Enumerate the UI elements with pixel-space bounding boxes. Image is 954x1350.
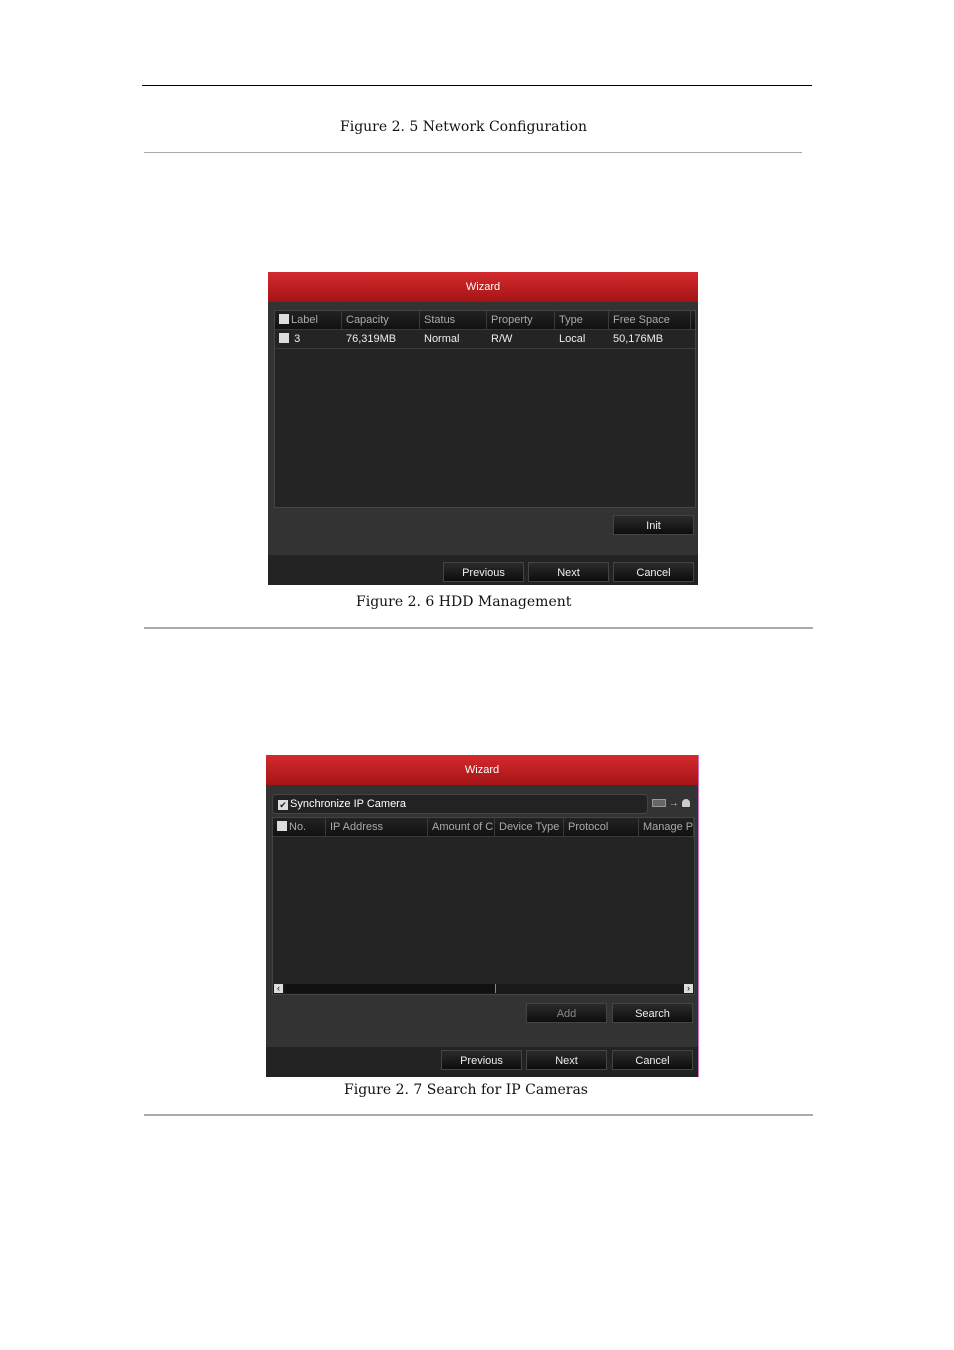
figure-caption-2-6: Figure 2. 6 HDD Management — [356, 594, 572, 610]
sync-ip-camera-bar[interactable]: ✔ Synchronize IP Camera — [272, 794, 648, 814]
col-device-type[interactable]: Device Type — [495, 818, 564, 836]
ipcam-table: No. IP Address Amount of C Device Type P… — [272, 817, 695, 995]
add-button[interactable]: Add — [526, 1003, 607, 1023]
table-row[interactable]: 3 76,319MB Normal R/W Local 50,176MB — [275, 330, 695, 349]
cell-status: Normal — [424, 333, 460, 345]
next-button[interactable]: Next — [526, 1050, 607, 1070]
scroll-left-icon[interactable]: ‹ — [274, 984, 283, 993]
search-button[interactable]: Search — [612, 1003, 693, 1023]
figure-caption-2-5: Figure 2. 5 Network Configuration — [340, 119, 588, 135]
col-free-space[interactable]: Free Space — [609, 311, 691, 329]
col-property[interactable]: Property — [487, 311, 555, 329]
cancel-button[interactable]: Cancel — [613, 562, 694, 582]
sync-label: Synchronize IP Camera — [290, 798, 406, 810]
row-checkbox[interactable] — [279, 333, 289, 343]
col-amount[interactable]: Amount of C — [428, 818, 495, 836]
wizard-title: Wizard — [268, 272, 698, 302]
sync-icon[interactable]: → — [652, 798, 690, 809]
previous-button[interactable]: Previous — [443, 562, 524, 582]
hdd-wizard-window: Wizard Label Capacity Status Property Ty… — [268, 272, 698, 585]
ipcam-wizard-window: Wizard ✔ Synchronize IP Camera → No. IP A… — [266, 755, 699, 1077]
figure-caption-2-7: Figure 2. 7 Search for IP Cameras — [344, 1082, 588, 1098]
previous-button[interactable]: Previous — [441, 1050, 522, 1070]
sync-checkbox[interactable]: ✔ — [278, 800, 288, 810]
init-button[interactable]: Init — [613, 515, 694, 535]
wizard-title: Wizard — [266, 755, 698, 785]
cell-free-space: 50,176MB — [613, 333, 664, 345]
col-status[interactable]: Status — [420, 311, 487, 329]
cancel-button[interactable]: Cancel — [612, 1050, 693, 1070]
col-protocol[interactable]: Protocol — [564, 818, 639, 836]
divider — [144, 627, 813, 629]
cell-type: Local — [559, 333, 586, 345]
cell-property: R/W — [491, 333, 513, 345]
hdd-table: Label Capacity Status Property Type Free… — [274, 310, 696, 508]
select-all-checkbox[interactable] — [279, 314, 289, 324]
next-button[interactable]: Next — [528, 562, 609, 582]
col-capacity[interactable]: Capacity — [342, 311, 420, 329]
col-manage-port[interactable]: Manage P — [639, 818, 694, 836]
scroll-thumb[interactable] — [285, 984, 496, 993]
cell-capacity: 76,319MB — [346, 333, 397, 345]
select-all-checkbox[interactable] — [277, 821, 287, 831]
top-rule — [142, 85, 812, 86]
horizontal-scrollbar[interactable]: ‹ › — [273, 984, 694, 994]
divider — [144, 152, 802, 153]
divider — [144, 1114, 813, 1116]
col-type[interactable]: Type — [555, 311, 609, 329]
table-header: No. IP Address Amount of C Device Type P… — [273, 818, 694, 837]
col-no[interactable]: No. — [273, 818, 326, 836]
scroll-right-icon[interactable]: › — [684, 984, 693, 993]
col-label[interactable]: Label — [275, 311, 342, 329]
col-ip-address[interactable]: IP Address — [326, 818, 428, 836]
table-header: Label Capacity Status Property Type Free… — [275, 311, 695, 330]
